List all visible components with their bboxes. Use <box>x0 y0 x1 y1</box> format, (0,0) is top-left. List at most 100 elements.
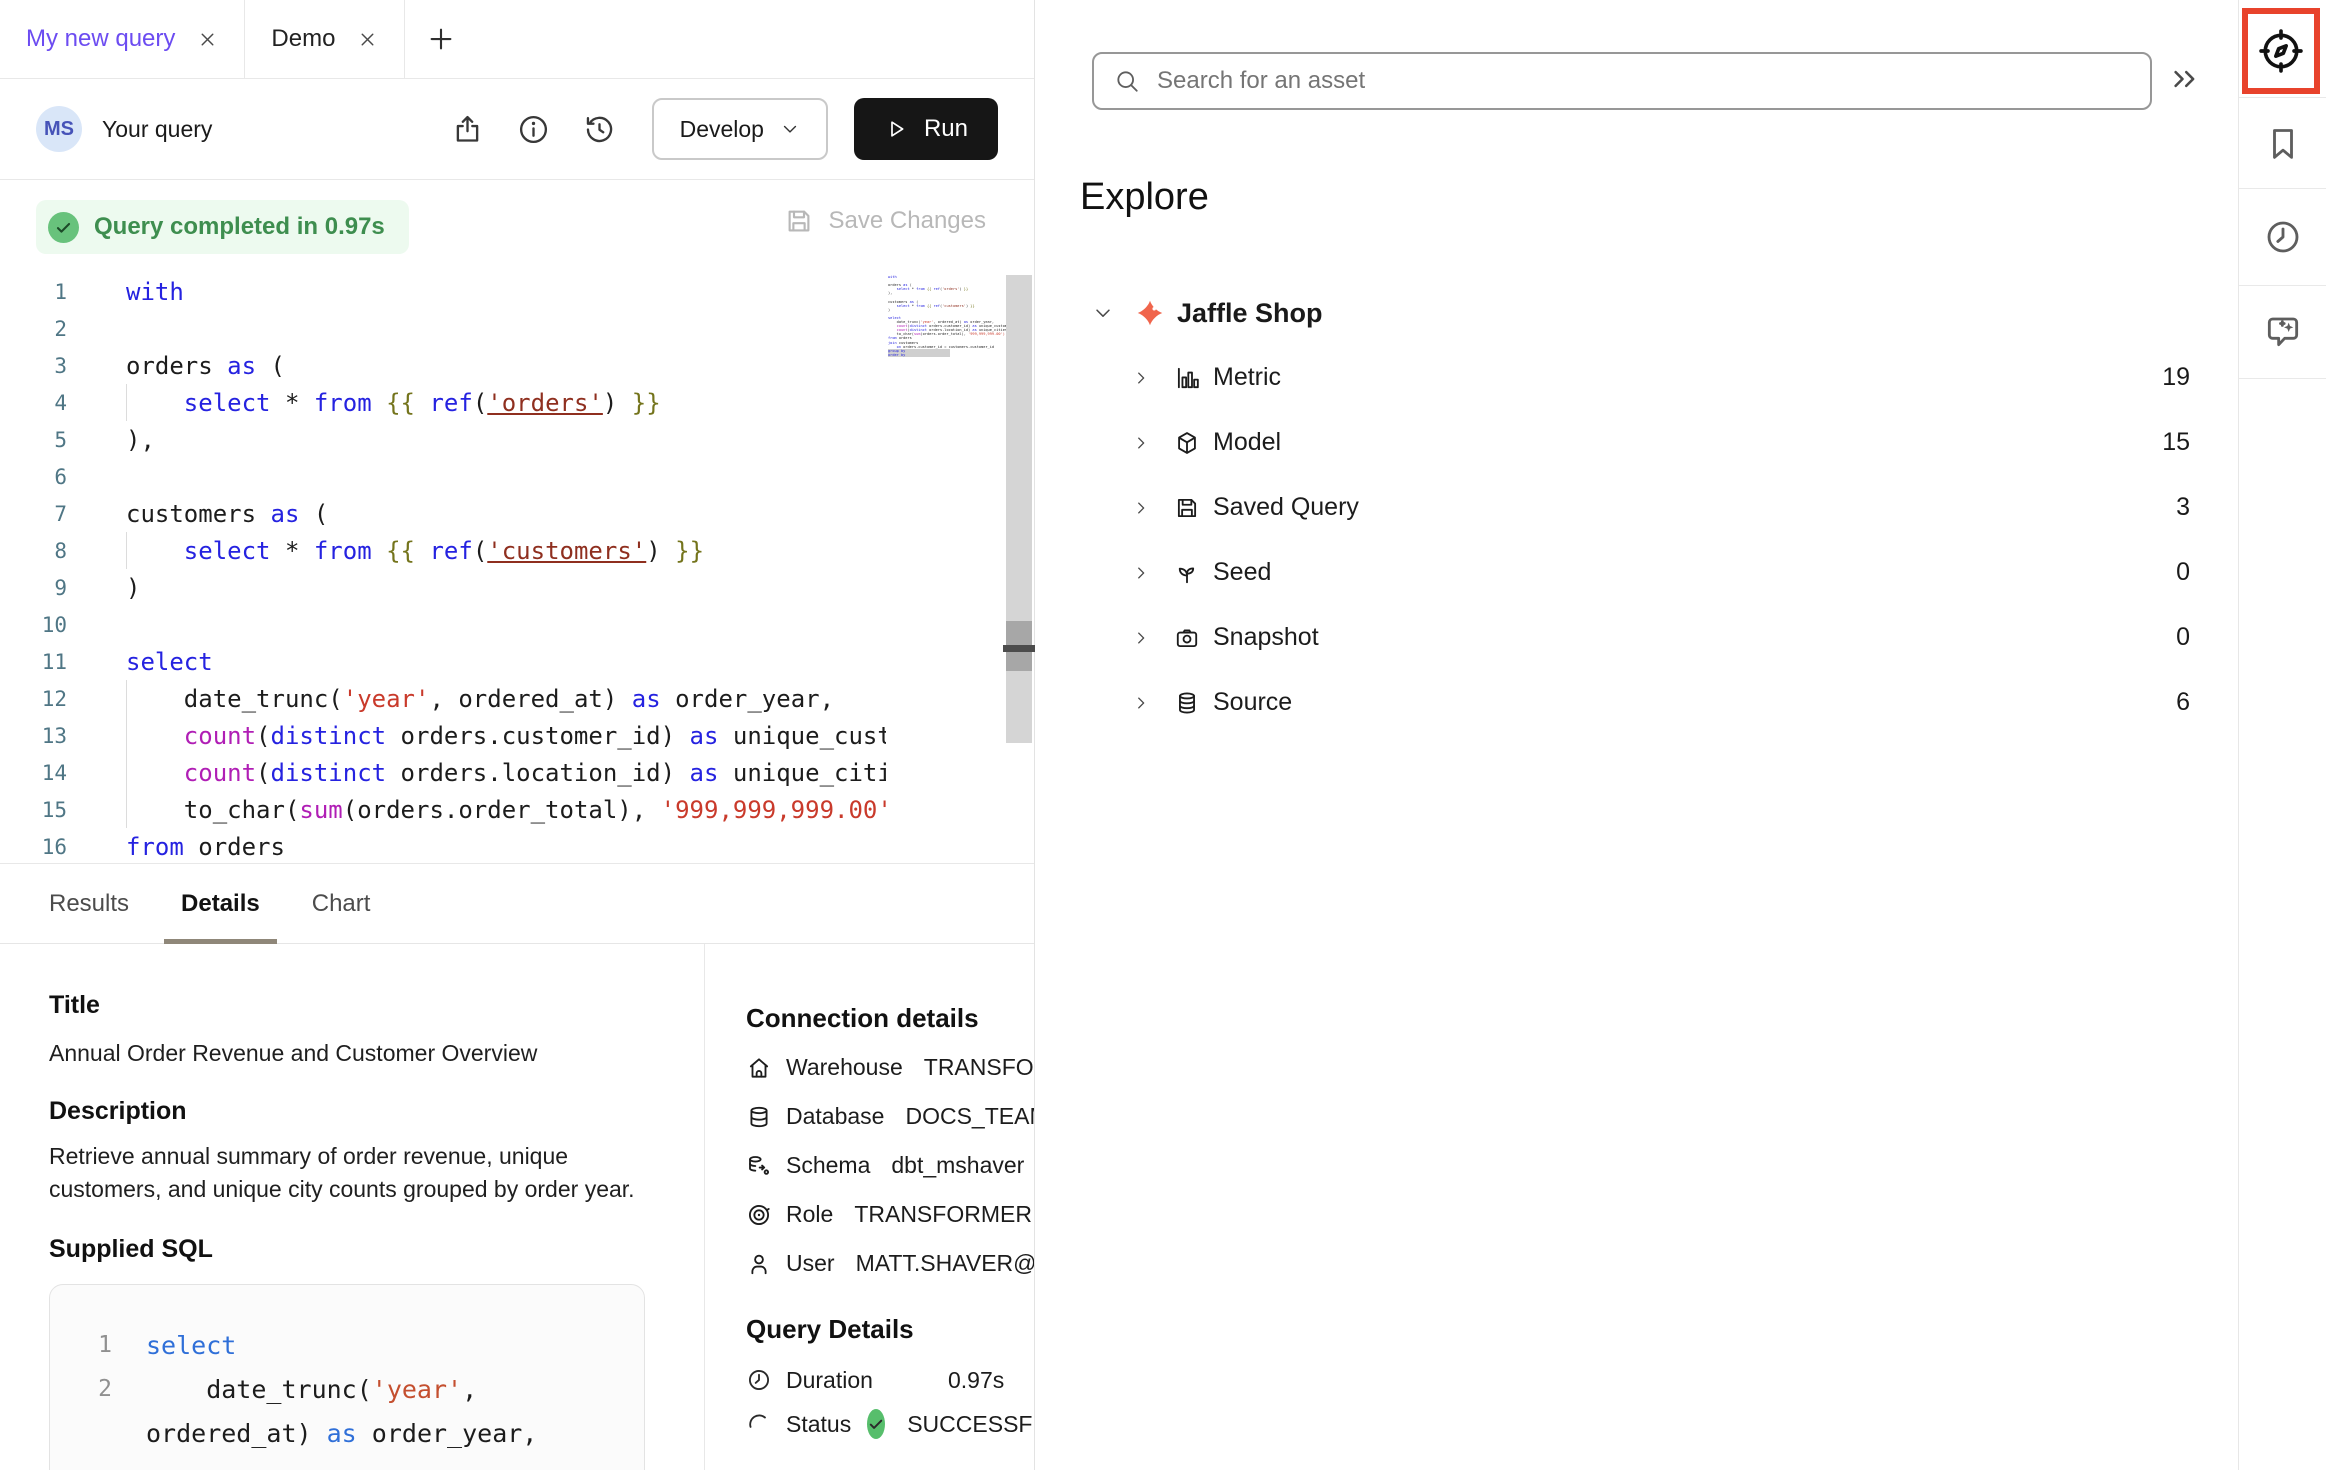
check-icon <box>867 1415 885 1433</box>
share-icon[interactable] <box>451 113 484 146</box>
query-editor-pane: My new query Demo MS Your query Develop R… <box>0 0 1035 1470</box>
code-line[interactable]: 9) <box>0 569 1034 606</box>
line-number: 16 <box>0 835 67 859</box>
metric-icon <box>1174 365 1200 391</box>
code-line[interactable]: 14 count(distinct orders.location_id) as… <box>0 754 1034 791</box>
editor-minimap[interactable]: withorders as ( select * from {{ ref('or… <box>888 275 1006 357</box>
description-value: Retrieve annual summary of order revenue… <box>49 1140 639 1206</box>
rail-divider <box>2239 378 2326 379</box>
chevron-right-icon[interactable] <box>1132 369 1150 387</box>
tree-item-model[interactable]: Model 15 <box>1036 410 2238 475</box>
line-number: 11 <box>0 650 67 674</box>
code-line[interactable]: 16from orders <box>0 828 1034 865</box>
tree-item-metric[interactable]: Metric 19 <box>1036 345 2238 410</box>
tree-item-seed[interactable]: Seed0 <box>1036 540 2238 605</box>
tree-item-source[interactable]: Source6 <box>1036 670 2238 735</box>
develop-dropdown[interactable]: Develop <box>652 98 828 160</box>
line-number: 12 <box>0 687 67 711</box>
line-number: 14 <box>0 761 67 785</box>
rail-bookmarks-button[interactable] <box>2239 100 2326 188</box>
code-line[interactable]: 5), <box>0 421 1034 458</box>
details-left-column: Title Annual Order Revenue and Customer … <box>0 944 704 1470</box>
tree-item-count: 19 <box>2162 363 2190 392</box>
explore-heading: Explore <box>1080 176 1209 219</box>
line-number: 5 <box>0 428 67 452</box>
details-right-column: Connection details WarehouseTRANSFORMDat… <box>704 944 1034 1470</box>
sql-line: 2 date_trunc('year', <box>50 1367 644 1411</box>
rail-divider <box>2239 188 2326 189</box>
history-icon[interactable] <box>583 113 616 146</box>
editor-tab-my-new-query[interactable]: My new query <box>0 0 245 78</box>
close-icon[interactable] <box>197 29 218 50</box>
editor-scrollbar[interactable] <box>1006 275 1032 743</box>
status-arc-icon <box>746 1411 772 1437</box>
plus-icon <box>426 24 456 54</box>
tab-results[interactable]: Results <box>49 864 129 943</box>
code-line[interactable]: 2 <box>0 310 1034 347</box>
right-icon-rail <box>2238 0 2326 1470</box>
close-icon[interactable] <box>357 29 378 50</box>
editor-tab-demo[interactable]: Demo <box>245 0 405 78</box>
results-tab-bar: Results Details Chart <box>0 863 1034 944</box>
run-button[interactable]: Run <box>854 98 998 160</box>
line-number: 6 <box>0 465 67 489</box>
code-line[interactable]: 12 date_trunc('year', ordered_at) as ord… <box>0 680 1034 717</box>
connection-value: DOCS_TEAM_ <box>905 1103 1034 1130</box>
rail-history-button[interactable] <box>2239 189 2326 285</box>
tree-item-count: 15 <box>2162 428 2190 457</box>
dbt-logo <box>1136 299 1164 327</box>
chevron-right-icon[interactable] <box>1132 564 1150 582</box>
save-changes-button[interactable]: Save Changes <box>784 206 986 236</box>
code-line[interactable]: 8 select * from {{ ref('customers') }} <box>0 532 1034 569</box>
tab-label: Demo <box>271 25 335 53</box>
tree-item-snapshot[interactable]: Snapshot0 <box>1036 605 2238 670</box>
code-line[interactable]: 3orders as ( <box>0 347 1034 384</box>
tree-item-label: Model <box>1213 428 1281 457</box>
asset-search-input[interactable]: Search for an asset <box>1092 52 2152 110</box>
tab-label: My new query <box>26 25 175 53</box>
query-title: Your query <box>102 116 212 143</box>
chevron-right-icon[interactable] <box>1132 629 1150 647</box>
duration-row: Duration 0.97s <box>746 1360 1034 1400</box>
status-row: Status SUCCESSFUL <box>746 1404 1034 1444</box>
chevron-right-icon[interactable] <box>1132 434 1150 452</box>
tree-item-label: Metric <box>1213 363 1281 392</box>
tree-item-label: Source <box>1213 688 1292 717</box>
line-number: 7 <box>0 502 67 526</box>
sql-line: ordered_at) as order_year, <box>50 1411 644 1455</box>
query-status-badge: Query completed in 0.97s <box>36 200 409 254</box>
tree-item-saved-query[interactable]: Saved Query3 <box>1036 475 2238 540</box>
code-line[interactable]: 7customers as ( <box>0 495 1034 532</box>
collapse-panel-button[interactable] <box>2170 64 2200 94</box>
rail-assistant-button[interactable] <box>2239 286 2326 378</box>
code-line[interactable]: 10 <box>0 606 1034 643</box>
code-line[interactable]: 13 count(distinct orders.customer_id) as… <box>0 717 1034 754</box>
connection-row-user: UserMATT.SHAVER@FI <box>746 1239 1034 1288</box>
new-tab-button[interactable] <box>405 0 477 78</box>
rail-explore-button-active[interactable] <box>2242 8 2320 94</box>
chevron-right-icon[interactable] <box>1132 694 1150 712</box>
line-number: 8 <box>0 539 67 563</box>
details-panel: Title Annual Order Revenue and Customer … <box>0 944 1034 1470</box>
connection-details-heading: Connection details <box>746 999 1006 1037</box>
tree-item-label: Snapshot <box>1213 623 1319 652</box>
query-details-heading: Query Details <box>746 1314 1034 1344</box>
code-line[interactable]: 11select <box>0 643 1034 680</box>
tree-project-jaffle-shop[interactable]: Jaffle Shop <box>1036 281 2238 345</box>
code-line[interactable]: 4 select * from {{ ref('orders') }} <box>0 384 1034 421</box>
rail-divider <box>2239 97 2326 98</box>
code-line[interactable]: 1with <box>0 273 1034 310</box>
code-area[interactable]: 1with 2 3orders as (4 select * from {{ ref… <box>0 273 1034 865</box>
code-line[interactable]: 6 <box>0 458 1034 495</box>
info-icon[interactable] <box>517 113 550 146</box>
tab-chart[interactable]: Chart <box>312 864 371 943</box>
tab-details[interactable]: Details <box>181 864 260 943</box>
chevron-down-icon[interactable] <box>1092 302 1114 324</box>
line-number: 2 <box>0 317 67 341</box>
sql-editor[interactable]: Query completed in 0.97s Save Changes 1w… <box>0 180 1034 863</box>
bookmark-icon <box>2263 124 2303 164</box>
code-line[interactable]: 15 to_char(sum(orders.order_total), '999… <box>0 791 1034 828</box>
chevron-right-icon[interactable] <box>1132 499 1150 517</box>
avatar: MS <box>36 106 82 152</box>
scrollbar-handle[interactable] <box>1003 645 1035 652</box>
